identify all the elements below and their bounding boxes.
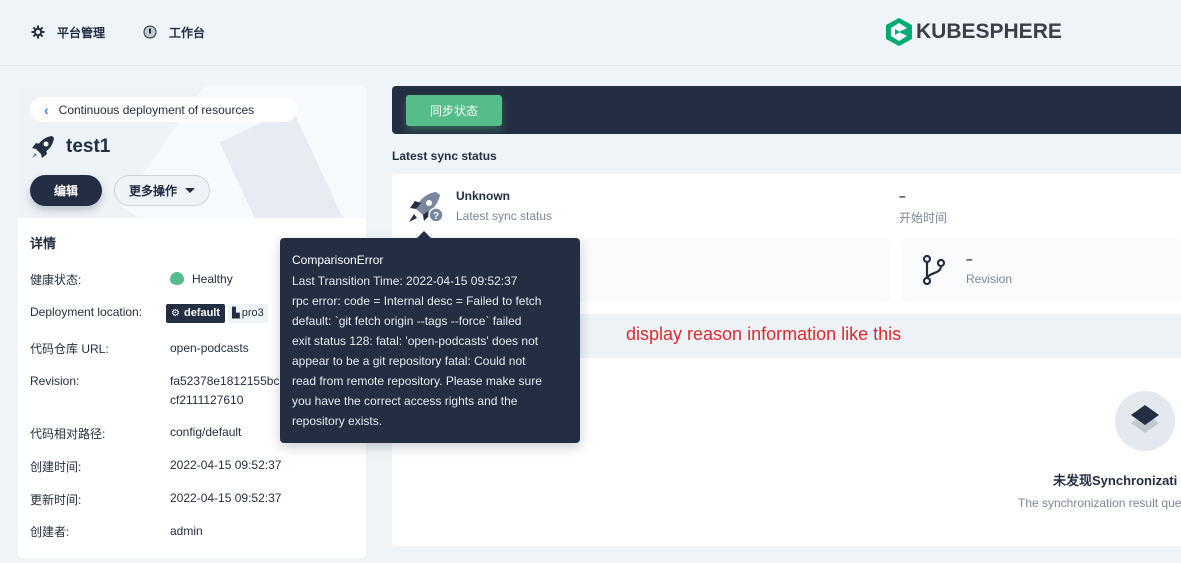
project-icon: ▙ (232, 308, 240, 319)
start-time-value: – (899, 189, 906, 203)
caret-down-icon (185, 188, 195, 193)
tooltip-arrow (416, 231, 432, 239)
app-name: test1 (66, 136, 111, 157)
location-key: Deployment location: (30, 305, 143, 319)
more-actions-label: 更多操作 (128, 184, 177, 198)
namespace-label: default (183, 307, 221, 319)
workbench-icon (143, 25, 157, 39)
tooltip-line: rpc error: code = Internal desc = Failed… (292, 294, 542, 308)
tooltip-line: repository exists. (292, 414, 383, 428)
revision-line-2: cf2111127610 (170, 393, 244, 407)
top-nav: 平台管理 工作台 KUBESPHERE (0, 0, 1181, 66)
back-label: Continuous deployment of resources (58, 102, 255, 117)
path-value: config/default (170, 425, 242, 439)
project-tag: ▙ pro3 (228, 304, 268, 323)
heart-icon (170, 272, 184, 285)
repo-key: 代码仓库 URL: (30, 342, 109, 356)
tooltip-line: you have the correct access rights and t… (292, 394, 518, 408)
updated-key: 更新时间: (30, 493, 82, 507)
health-value: Healthy (192, 272, 233, 286)
nav-workbench-label: 工作台 (169, 25, 206, 40)
sync-status-button[interactable]: 同步状态 (406, 95, 502, 126)
error-tooltip: ComparisonError Last Transition Time: 20… (280, 231, 580, 443)
svg-text:?: ? (433, 211, 439, 222)
nav-platform-label: 平台管理 (57, 25, 106, 40)
empty-state-icon-wrap (1115, 391, 1175, 451)
revision-card: – Revision (902, 238, 1181, 302)
edit-button[interactable]: 编辑 (30, 175, 102, 206)
empty-state-description: The synchronization result que (1018, 496, 1181, 510)
chevron-left-icon: ‹ (44, 101, 49, 118)
back-button[interactable]: ‹ Continuous deployment of resources (30, 97, 297, 122)
kubesphere-logo-icon (886, 18, 912, 46)
updated-value: 2022-04-15 09:52:37 (170, 491, 282, 505)
tooltip-line: appear to be a git repository fatal: Cou… (292, 354, 526, 368)
tooltip-title: ComparisonError (292, 253, 384, 267)
detail-header: ‹ Continuous deployment of resources tes… (18, 86, 366, 218)
location-value: ⚙ default ▙ pro3 (166, 303, 268, 323)
tooltip-line: read from remote repository. Please make… (292, 374, 542, 388)
logo-text: KUBESPHERE (916, 20, 1062, 43)
gear-icon (31, 25, 45, 39)
nav-platform-management[interactable]: 平台管理 (31, 22, 105, 42)
tooltip-line: default: `git fetch origin --tags --forc… (292, 314, 522, 328)
creator-key: 创建者: (30, 525, 70, 539)
sync-section-title: Latest sync status (392, 149, 497, 163)
path-key: 代码相对路径: (30, 427, 106, 441)
health-value-wrap: Healthy (170, 270, 233, 289)
revision-value: – (966, 252, 973, 266)
kubesphere-logo[interactable]: KUBESPHERE (886, 18, 1062, 46)
details-title: 详情 (30, 236, 57, 251)
revision-value: fa52378e1812155bc cf2111127610 (170, 372, 279, 410)
revision-label: Revision (966, 272, 1013, 286)
rocket-unknown-icon: ? (409, 192, 444, 223)
health-key: 健康状态: (30, 273, 82, 287)
sync-status-label: Latest sync status (456, 209, 553, 223)
rocket-icon (32, 136, 54, 158)
start-time-label: 开始时间 (899, 211, 948, 225)
project-label: pro3 (241, 307, 264, 319)
more-actions-button[interactable]: 更多操作 (114, 175, 210, 206)
empty-state-title: 未发现Synchronizati (1053, 473, 1178, 488)
cluster-icon: ⚙ (171, 308, 180, 319)
revision-key: Revision: (30, 374, 80, 388)
creator-value: admin (170, 524, 203, 538)
revision-line-1: fa52378e1812155bc (170, 374, 280, 388)
tooltip-line: Last Transition Time: 2022-04-15 09:52:3… (292, 274, 518, 288)
annotation-text: display reason information like this (626, 324, 902, 344)
nav-workbench[interactable]: 工作台 (143, 22, 205, 42)
tooltip-line: exit status 128: fatal: 'open-podcasts' … (292, 334, 539, 348)
created-value: 2022-04-15 09:52:37 (170, 458, 282, 472)
git-branch-icon (922, 254, 946, 286)
repo-value: open-podcasts (170, 341, 249, 355)
namespace-tag: ⚙ default (166, 304, 226, 323)
action-toolbar: 同步状态 (392, 86, 1181, 134)
tooltip-body: Last Transition Time: 2022-04-15 09:52:3… (292, 271, 568, 431)
app-title: test1 (30, 134, 110, 160)
created-key: 创建时间: (30, 460, 82, 474)
sync-status-value: Unknown (456, 189, 510, 203)
layers-icon (1131, 405, 1159, 433)
